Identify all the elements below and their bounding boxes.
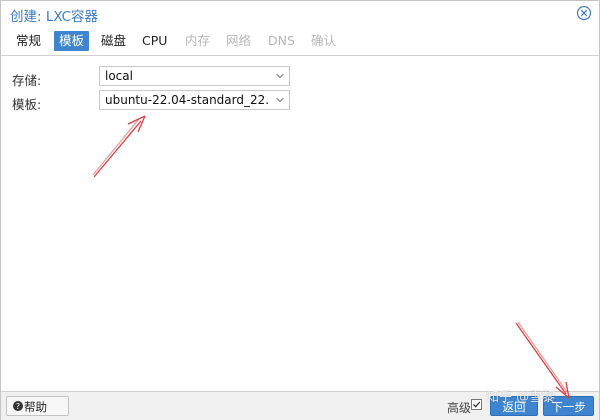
chevron-down-icon (276, 73, 284, 79)
dialog-titlebar: 创建: LXC容器 (1, 1, 599, 27)
svg-text:?: ? (16, 402, 20, 411)
tab-general[interactable]: 常规 (11, 31, 46, 51)
tab-memory: 内存 (185, 33, 211, 48)
storage-select-value: local (105, 69, 133, 83)
question-circle-icon: ? (13, 401, 23, 411)
template-label: 模板: (12, 97, 42, 112)
advanced-checkbox[interactable] (471, 399, 482, 410)
storage-label: 存储: (12, 73, 42, 88)
wizard-tab-bar: 常规 模板 磁盘 CPU 内存 网络 DNS 确认 (1, 29, 599, 56)
tab-cpu[interactable]: CPU (137, 31, 172, 51)
tab-template[interactable]: 模板 (54, 31, 90, 51)
tab-dns: DNS (268, 33, 295, 48)
chevron-down-icon (276, 97, 284, 103)
lxc-create-dialog: 创建: LXC容器 常规 模板 磁盘 CPU 内存 网络 DNS 确认 存储: … (0, 0, 600, 420)
storage-select[interactable]: local (99, 66, 290, 86)
tab-confirm: 确认 (311, 33, 337, 48)
tab-disk[interactable]: 磁盘 (96, 31, 131, 51)
tab-network: 网络 (226, 33, 252, 48)
template-select[interactable]: ubuntu-22.04-standard_22.04-1_a (99, 90, 290, 110)
close-icon[interactable] (576, 5, 592, 21)
template-select-value: ubuntu-22.04-standard_22.04-1_a (105, 93, 270, 107)
dialog-title: 创建: LXC容器 (10, 9, 99, 25)
checkmark-icon (473, 401, 481, 408)
watermark-text: 知乎 @雪黎 (486, 390, 556, 405)
help-button[interactable]: ? 帮助 (6, 396, 69, 416)
help-button-label: 帮助 (24, 400, 47, 414)
advanced-label: 高级 (447, 401, 472, 415)
template-panel: 存储: local 模板: ubuntu-22.04-standard_22.0… (1, 56, 599, 390)
